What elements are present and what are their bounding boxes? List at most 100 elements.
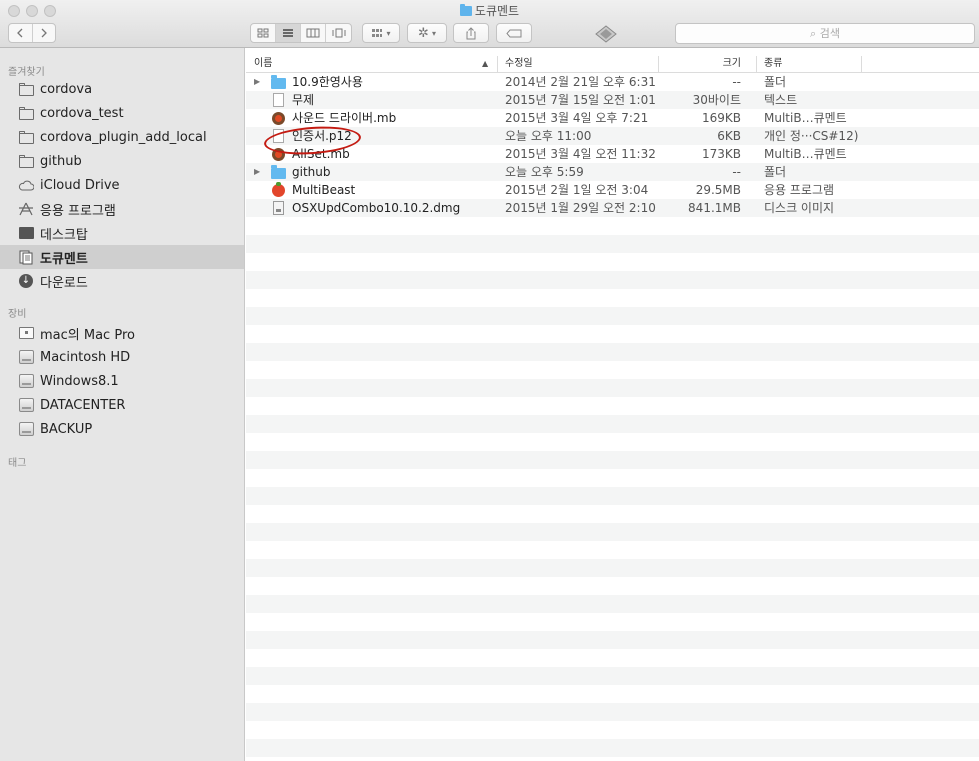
sidebar-item-desktop[interactable]: 데스크탑 [0, 221, 244, 245]
file-name: MultiBeast [292, 183, 356, 197]
computer-icon [18, 326, 34, 340]
column-header-size[interactable]: 크기 [666, 56, 741, 73]
sidebar-item-macintosh-hd[interactable]: Macintosh HD [0, 345, 244, 369]
empty-row [246, 397, 979, 415]
cover-flow-button[interactable] [326, 24, 351, 42]
file-size: 169KB [701, 111, 741, 125]
file-row[interactable]: 인증서.p12 오늘 오후 11:00 6KB 개인 정···CS#12) [246, 127, 979, 145]
window-title: 도큐멘트 [0, 3, 979, 19]
file-list: 이름 ▲ 수정일 크기 종류 ▶ 10.9한영사용 2014년 2월 21일 오후 … [246, 48, 979, 761]
sidebar-item-label: BACKUP [40, 421, 93, 437]
multibeast-doc-icon [270, 111, 286, 125]
empty-row [246, 217, 979, 235]
chevron-down-icon: ▾ [386, 28, 391, 38]
sidebar-item-label: cordova [40, 81, 93, 97]
sidebar-item-label: 도큐멘트 [40, 251, 88, 267]
disk-image-icon [270, 201, 286, 215]
view-mode-control [250, 23, 352, 43]
sidebar-item-windows81[interactable]: Windows8.1 [0, 369, 244, 393]
empty-row [246, 379, 979, 397]
file-size: 6KB [717, 129, 741, 143]
sidebar-header-devices: 장비 [8, 309, 27, 320]
disk-icon [18, 422, 34, 436]
file-row[interactable]: MultiBeast 2015년 2월 1일 오전 3:04 29.5MB 응용 프로… [246, 181, 979, 199]
file-size: 29.5MB [695, 183, 741, 197]
icon-view-icon [257, 28, 269, 38]
file-date: 2015년 7월 15일 오전 1:01 [505, 93, 656, 107]
search-field[interactable]: ⌕ 검색 [675, 23, 975, 44]
file-date: 오늘 오후 5:59 [505, 165, 584, 179]
arrange-button[interactable]: ▾ [362, 23, 400, 43]
file-row[interactable]: 무제 2015년 7월 15일 오전 1:01 30바이트 텍스트 [246, 91, 979, 109]
column-header-kind[interactable]: 종류 [764, 56, 864, 73]
search-icon: ⌕ [810, 27, 817, 40]
empty-row [246, 361, 979, 379]
toolbar: 도큐멘트 ▾ ✲ ▾ ⌕ 검색 [0, 0, 979, 48]
column-divider[interactable] [497, 56, 498, 73]
sidebar-item-cordova[interactable]: cordova [0, 77, 244, 101]
sidebar-item-cordova-test[interactable]: cordova_test [0, 101, 244, 125]
sidebar-item-github[interactable]: github [0, 149, 244, 173]
arrange-grid-icon [372, 29, 383, 37]
toolbar-disk-icon[interactable] [594, 24, 618, 44]
sidebar-item-applications[interactable]: 응용 프로그램 [0, 197, 244, 221]
empty-row [246, 415, 979, 433]
sidebar-item-datacenter[interactable]: DATACENTER [0, 393, 244, 417]
icon-view-button[interactable] [251, 24, 276, 42]
file-kind: 폴더 [764, 165, 787, 179]
file-kind: MultiB…큐멘트 [764, 147, 847, 161]
sidebar-item-backup[interactable]: BACKUP [0, 417, 244, 441]
file-row[interactable]: 사운드 드라이버.mb 2015년 3월 4일 오후 7:21 169KB Multi… [246, 109, 979, 127]
file-name-cell: 사운드 드라이버.mb [254, 109, 499, 127]
file-row[interactable]: ▶ github 오늘 오후 5:59 -- 폴더 [246, 163, 979, 181]
action-button[interactable]: ✲ ▾ [407, 23, 447, 43]
disclosure-triangle-icon[interactable]: ▶ [254, 73, 266, 91]
empty-row [246, 541, 979, 559]
empty-row [246, 721, 979, 739]
disk-icon [18, 374, 34, 388]
multibeast-app-icon [270, 181, 286, 197]
sidebar-item-mac-pro[interactable]: mac의 Mac Pro [0, 321, 244, 345]
file-date: 2015년 2월 1일 오전 3:04 [505, 183, 649, 197]
share-button[interactable] [453, 23, 489, 43]
sidebar-item-cordova-plugin-add-local[interactable]: cordova_plugin_add_local [0, 125, 244, 149]
back-button[interactable] [9, 24, 33, 42]
sidebar-item-downloads[interactable]: ↓ 다운로드 [0, 269, 244, 293]
sidebar-header-favorites: 즐겨찾기 [8, 67, 45, 78]
file-row[interactable]: AllSet.mb 2015년 3월 4일 오전 11:32 173KB MultiB… [246, 145, 979, 163]
folder-icon [270, 74, 286, 89]
file-date: 2015년 3월 4일 오전 11:32 [505, 147, 656, 161]
sidebar-item-label: cordova_plugin_add_local [40, 129, 207, 145]
gear-icon: ✲ [418, 25, 429, 41]
empty-row [246, 469, 979, 487]
sidebar-item-icloud-drive[interactable]: iCloud Drive [0, 173, 244, 197]
column-divider[interactable] [861, 56, 862, 73]
column-divider[interactable] [756, 56, 757, 73]
chevron-left-icon [17, 28, 23, 38]
cover-flow-icon [332, 28, 345, 38]
column-view-button[interactable] [301, 24, 326, 42]
file-kind: 응용 프로그램 [764, 183, 835, 197]
forward-button[interactable] [33, 24, 56, 42]
file-name-cell: 인증서.p12 [254, 127, 499, 145]
disclosure-triangle-icon[interactable]: ▶ [254, 163, 266, 181]
empty-row [246, 577, 979, 595]
folder-icon [270, 164, 286, 179]
list-view-button[interactable] [276, 24, 301, 42]
column-header-size-label: 크기 [722, 58, 741, 69]
file-kind: 폴더 [764, 75, 787, 89]
column-header-date[interactable]: 수정일 [505, 56, 655, 73]
edit-tags-button[interactable] [496, 23, 532, 43]
empty-row [246, 739, 979, 757]
file-row[interactable]: ▶ 10.9한영사용 2014년 2월 21일 오후 6:31 -- 폴더 [246, 73, 979, 91]
empty-row [246, 523, 979, 541]
sidebar-item-documents[interactable]: 도큐멘트 [0, 245, 244, 269]
column-header: 이름 ▲ 수정일 크기 종류 [246, 56, 979, 73]
file-name: 10.9한영사용 [292, 75, 363, 89]
sidebar: 즐겨찾기 cordova cordova_test cordova_plugin… [0, 48, 245, 761]
file-row[interactable]: OSXUpdCombo10.10.2.dmg 2015년 1월 29일 오전 2:… [246, 199, 979, 217]
document-icon [270, 129, 286, 143]
column-header-name[interactable]: 이름 ▲ [254, 56, 494, 73]
column-divider[interactable] [658, 56, 659, 73]
file-name-cell: ▶ github [254, 163, 499, 181]
